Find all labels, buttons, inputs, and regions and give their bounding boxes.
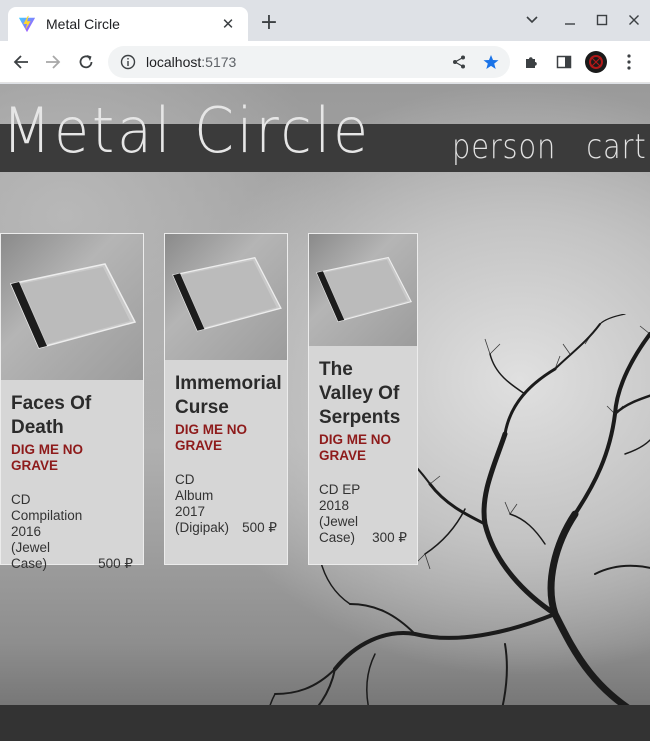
footer-band (0, 705, 650, 741)
page-viewport: Metal Circle person cart: 5 (0, 84, 650, 741)
product-card[interactable]: The Valley Of Serpents DIG ME NO GRAVE C… (308, 233, 418, 565)
product-price: 500 ₽ (242, 520, 277, 535)
product-band[interactable]: DIG ME NO GRAVE (319, 432, 407, 464)
header-nav: person cart: 5 (452, 130, 650, 164)
product-title[interactable]: The Valley Of Serpents (319, 358, 407, 430)
url-text: localhost:5173 (146, 54, 237, 70)
product-format: CD Album 2017 (Digipak) (175, 472, 230, 535)
site-info-icon[interactable] (120, 54, 136, 70)
tab-title: Metal Circle (46, 16, 120, 32)
side-panel-icon[interactable] (553, 51, 575, 73)
product-band[interactable]: DIG ME NO GRAVE (11, 442, 133, 474)
browser-toolbar: localhost:5173 (0, 41, 650, 83)
product-card[interactable]: Faces Of Death DIG ME NO GRAVE CD Compil… (0, 233, 144, 571)
cd-cover-image[interactable] (309, 234, 417, 346)
reload-icon[interactable] (75, 51, 97, 73)
site-title[interactable]: Metal Circle (2, 100, 371, 162)
new-tab-button[interactable]: + (258, 12, 280, 34)
close-window-icon[interactable] (624, 10, 644, 30)
bookmark-star-icon[interactable] (482, 53, 500, 71)
jewel-case-icon (9, 263, 137, 349)
profile-avatar[interactable] (585, 51, 607, 73)
product-card[interactable]: Immemorial Curse DIG ME NO GRAVE CD Albu… (164, 233, 288, 565)
tab-strip: Metal Circle ✕ + (0, 0, 650, 41)
tab-close-icon[interactable]: ✕ (218, 14, 238, 34)
product-format: CD Compilation 2016 (Jewel Case) (11, 492, 83, 571)
person-link[interactable]: person (452, 127, 556, 167)
jewel-case-icon (172, 256, 282, 332)
vite-favicon-icon (18, 15, 36, 33)
cd-cover-image[interactable] (165, 234, 287, 360)
browser-menu-icon[interactable] (618, 51, 640, 73)
cart-link[interactable]: cart: 5 (586, 127, 650, 167)
extensions-puzzle-icon[interactable] (521, 51, 543, 73)
product-title[interactable]: Faces Of Death (11, 392, 133, 440)
product-price: 300 ₽ (372, 530, 407, 545)
forward-arrow-icon[interactable] (42, 51, 64, 73)
back-arrow-icon[interactable] (10, 51, 32, 73)
product-title[interactable]: Immemorial Curse (175, 372, 282, 420)
product-format: CD EP 2018 (Jewel Case) (319, 482, 361, 545)
product-price: 500 ₽ (98, 556, 133, 571)
cd-cover-image[interactable] (1, 234, 143, 380)
minimize-icon[interactable] (560, 10, 580, 30)
browser-tab[interactable]: Metal Circle ✕ (8, 7, 248, 41)
jewel-case-icon (316, 256, 413, 323)
tab-search-chevron-icon[interactable] (522, 10, 542, 30)
address-bar[interactable]: localhost:5173 (108, 46, 510, 78)
product-band[interactable]: DIG ME NO GRAVE (175, 422, 277, 454)
share-icon[interactable] (450, 53, 468, 71)
maximize-icon[interactable] (592, 10, 612, 30)
